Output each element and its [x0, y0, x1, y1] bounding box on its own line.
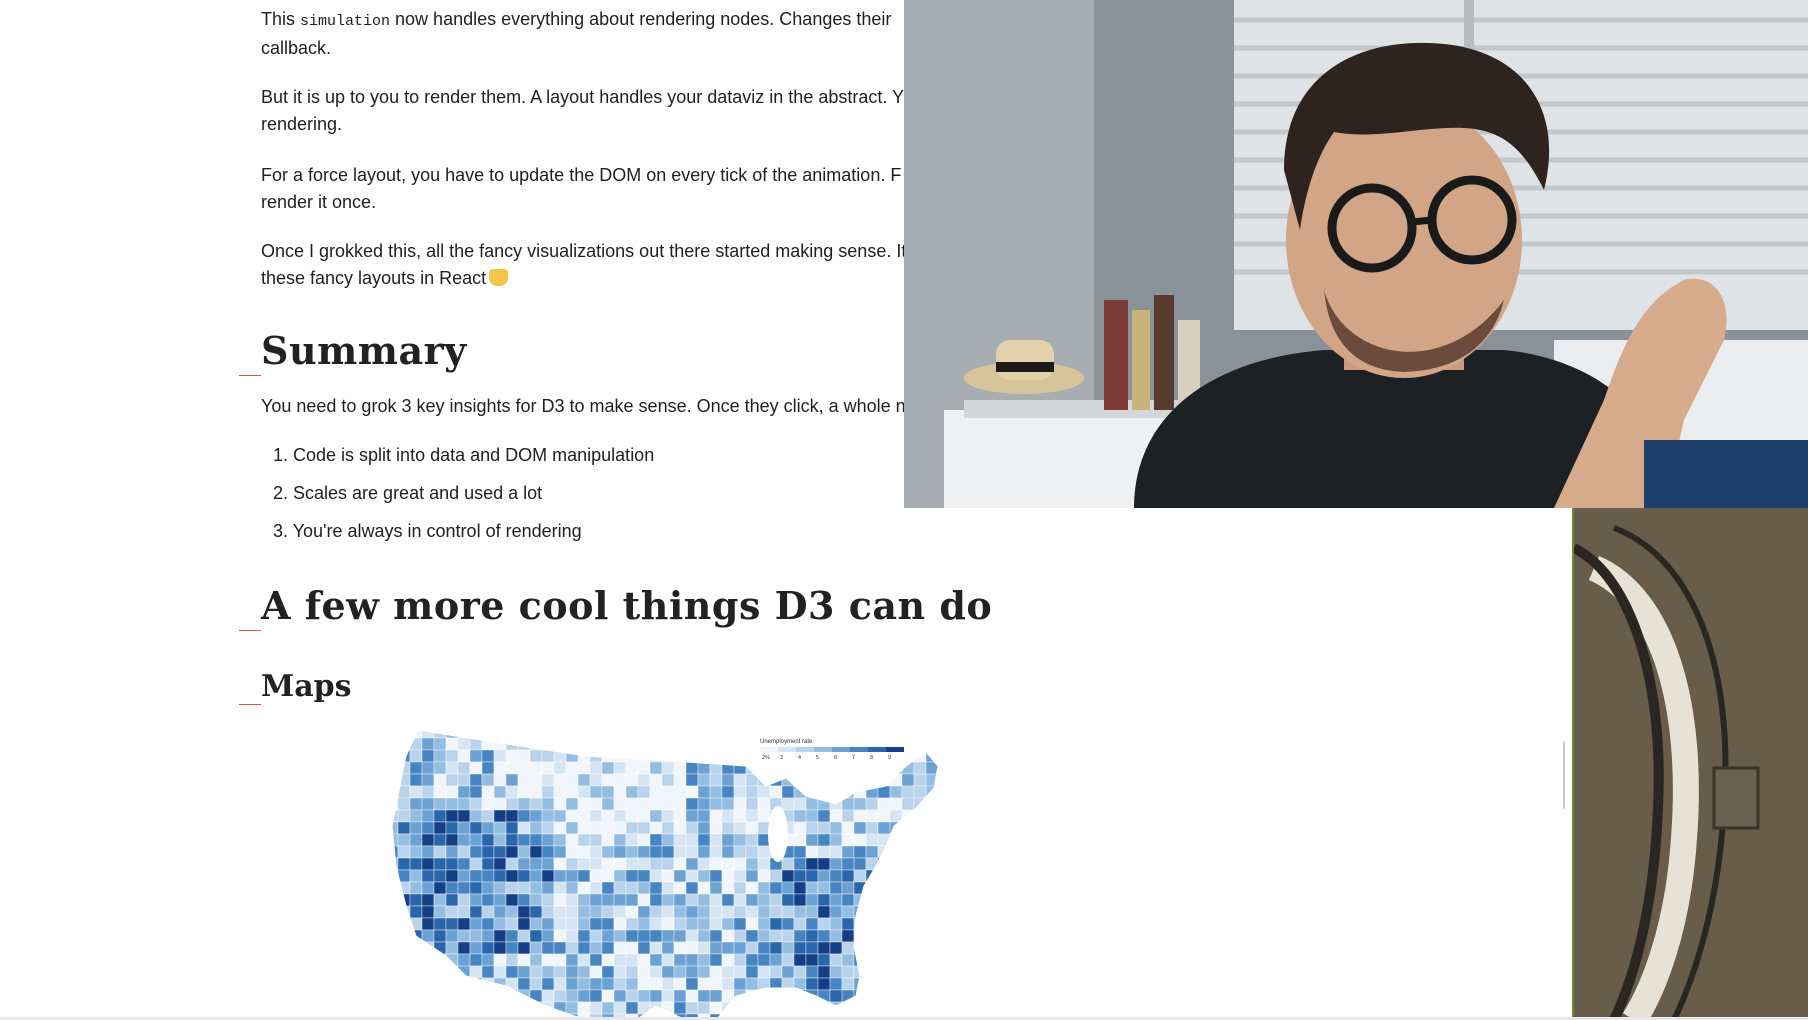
webcam-overlay	[904, 0, 1808, 508]
legend-tick-label: 4	[798, 755, 801, 761]
heading-anchor-link[interactable]	[239, 704, 261, 705]
text: Once I grokked this, all the fancy visua…	[261, 241, 907, 261]
legend-tick-label: 9	[888, 755, 891, 761]
lake-michigan	[768, 806, 788, 862]
legend-swatch	[868, 747, 886, 752]
legend-tick-label: 5	[816, 755, 819, 761]
legend-tick-label: 7	[852, 755, 855, 761]
legend-swatch	[778, 747, 796, 752]
legend-title: Unemployment rate	[760, 739, 813, 745]
heading-anchor-link[interactable]	[239, 630, 261, 631]
maps-heading: Maps	[261, 669, 352, 704]
webcam-presenter-icon	[904, 0, 1808, 508]
legend-tick-label: 2%	[762, 755, 770, 761]
legend-tick-label: 8	[870, 755, 873, 761]
legend-tick-label: 6	[834, 755, 837, 761]
side-video-panel	[1574, 508, 1808, 1020]
legend-swatch	[814, 747, 832, 752]
list-item: 3. You're always in control of rendering	[273, 521, 582, 541]
text: now handles everything about rendering n…	[390, 9, 892, 29]
legend-swatch	[886, 747, 904, 752]
paragraph-simulation: This simulation now handles everything a…	[261, 6, 891, 62]
bicycle-wheel-icon	[1574, 508, 1808, 1020]
page-scrollbar[interactable]	[1563, 740, 1565, 810]
summary-heading: Summary	[261, 328, 467, 373]
summary-intro: You need to grok 3 key insights for D3 t…	[261, 396, 916, 416]
us-unemployment-map: Unemployment rate 2% 3 4 5 6 7 8 9	[391, 729, 939, 1020]
text: these fancy layouts in React	[261, 268, 487, 288]
map-county-cells	[392, 730, 938, 1020]
text: But it is up to you to render them. A la…	[261, 87, 905, 107]
paragraph-render: But it is up to you to render them. A la…	[261, 84, 904, 138]
cool-things-heading: A few more cool things D3 can do	[261, 583, 993, 628]
legend-swatch	[850, 747, 868, 752]
paragraph-grokked: Once I grokked this, all the fancy visua…	[261, 238, 906, 292]
paragraph-force-layout: For a force layout, you have to update t…	[261, 162, 901, 216]
map-legend: Unemployment rate 2% 3 4 5 6 7 8 9	[760, 739, 904, 761]
text: For a force layout, you have to update t…	[261, 165, 902, 185]
list-item: 1. Code is split into data and DOM manip…	[273, 445, 655, 465]
legend-tick-label: 3	[780, 755, 783, 761]
legend-swatch	[796, 747, 814, 752]
text: rendering.	[261, 114, 343, 134]
legend-swatch	[760, 747, 778, 752]
legend-swatch	[832, 747, 850, 752]
code-simulation: simulation	[300, 13, 391, 30]
heading-anchor-link[interactable]	[239, 375, 261, 376]
text: This	[261, 9, 301, 29]
text: callback.	[261, 38, 332, 58]
raised-hands-icon	[489, 269, 509, 286]
list-item: 2. Scales are great and used a lot	[273, 483, 543, 503]
text: render it once.	[261, 192, 377, 212]
